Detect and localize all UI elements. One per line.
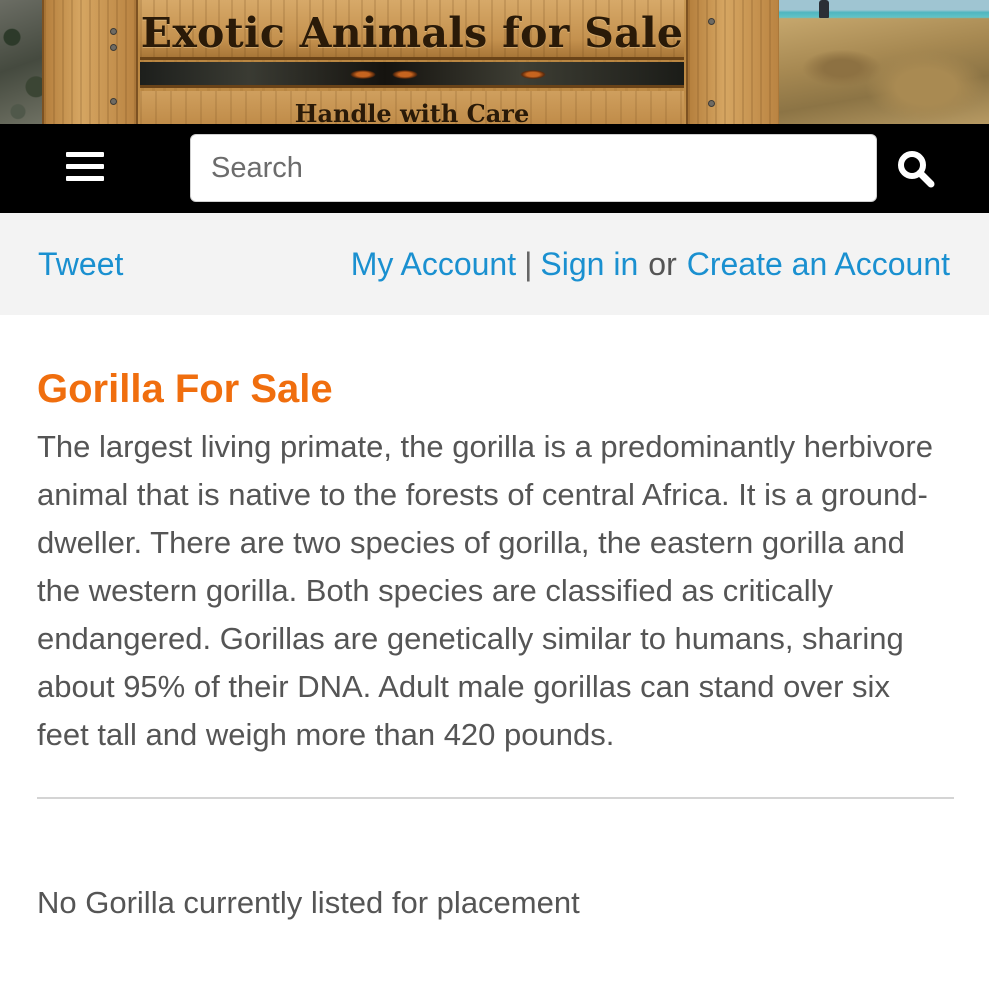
account-links: My Account | Sign in or Create an Account <box>351 246 950 283</box>
magnifier-icon <box>898 151 935 188</box>
create-account-link[interactable]: Create an Account <box>687 246 950 282</box>
bolt-icon <box>110 98 117 105</box>
menu-bar <box>66 152 104 157</box>
bolt-icon <box>708 18 715 25</box>
eye-icon <box>520 70 546 79</box>
tweet-link[interactable]: Tweet <box>38 246 123 283</box>
top-navbar <box>0 124 989 213</box>
banner-crate-logo: Exotic Animals for Sale Handle with Care <box>42 0 782 124</box>
bolt-icon <box>708 100 715 107</box>
banner-title-board: Exotic Animals for Sale <box>140 0 684 60</box>
bolt-icon <box>110 28 117 35</box>
site-banner[interactable]: Exotic Animals for Sale Handle with Care <box>0 0 989 124</box>
main-content: Gorilla For Sale The largest living prim… <box>0 365 989 923</box>
banner-photo-right <box>779 0 989 124</box>
eye-icon <box>392 70 418 79</box>
bolt-icon <box>110 44 117 51</box>
eye-icon <box>350 70 376 79</box>
hamburger-menu-icon[interactable] <box>66 152 104 182</box>
crate-post-right <box>686 0 782 124</box>
section-divider <box>37 797 954 799</box>
animal-description: The largest living primate, the gorilla … <box>37 429 933 752</box>
search-input[interactable] <box>190 134 877 202</box>
my-account-link[interactable]: My Account <box>351 246 516 282</box>
account-bar: Tweet My Account | Sign in or Create an Acco… <box>0 213 989 315</box>
empty-listing-message: No Gorilla currently listed for placemen… <box>37 885 580 920</box>
banner-subtitle-plank: Handle with Care <box>140 91 684 124</box>
or-text: or <box>648 245 677 282</box>
search-button[interactable] <box>895 148 937 190</box>
link-separator: | <box>524 245 533 282</box>
menu-bar <box>66 164 104 169</box>
menu-bar <box>66 176 104 181</box>
crate-post-left <box>42 0 138 124</box>
person-silhouette <box>819 0 829 18</box>
banner-animal-eyes <box>140 62 684 88</box>
banner-subtitle: Handle with Care <box>294 99 530 124</box>
banner-title: Exotic Animals for Sale <box>140 8 684 57</box>
page-title: Gorilla For Sale <box>37 367 333 411</box>
sign-in-link[interactable]: Sign in <box>540 246 638 282</box>
